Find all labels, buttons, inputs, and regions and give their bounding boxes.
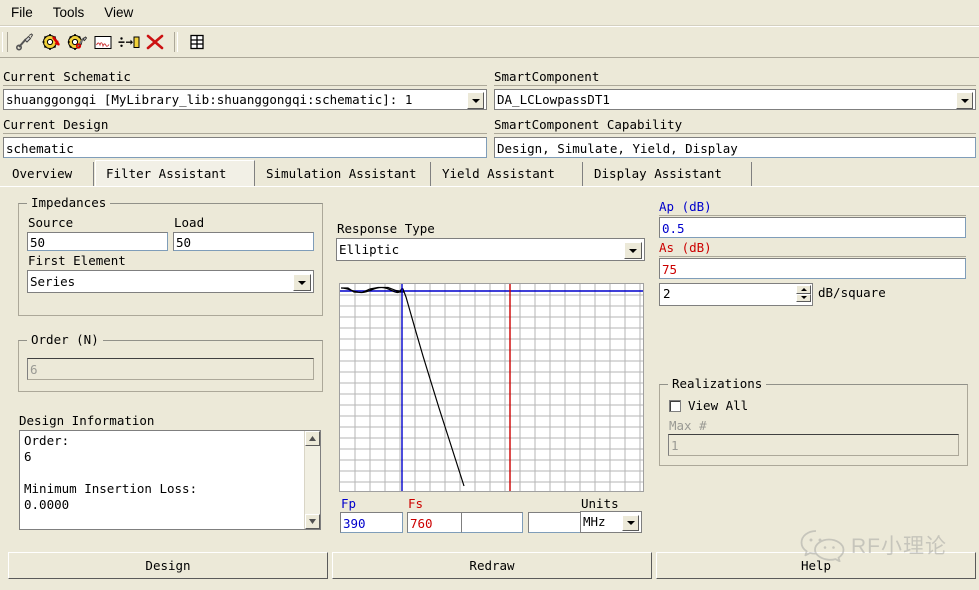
divide-icon[interactable]	[116, 30, 142, 54]
filter-assistant-window: File Tools View Current Schematic shuang…	[0, 0, 979, 590]
design-information-scrollbar[interactable]	[304, 431, 320, 529]
units-label: Units	[581, 496, 619, 511]
view-all-label: View All	[688, 398, 749, 413]
max-label: Max #	[669, 418, 707, 433]
fp-input[interactable]: 390	[340, 512, 403, 533]
tab-underline	[0, 186, 979, 187]
current-schematic-combo[interactable]: shuanggongqi [MyLibrary_lib:shuanggongqi…	[3, 89, 487, 110]
tab-display-assistant[interactable]: Display Assistant	[584, 162, 752, 186]
order-group: Order (N) 6	[18, 333, 323, 392]
response-type-value: Elliptic	[339, 242, 400, 257]
as-input[interactable]: 75	[659, 258, 966, 279]
table-icon[interactable]	[184, 30, 210, 54]
chevron-down-icon[interactable]	[622, 515, 639, 531]
realizations-group-label: Realizations	[668, 377, 767, 391]
design-information-text: Order: 6 Minimum Insertion Loss: 0.0000	[24, 433, 198, 512]
smartcomponent-capability-block: SmartComponent Capability Design, Simula…	[494, 118, 976, 158]
menu-bar: File Tools View	[0, 0, 979, 26]
freq-extra-input-1[interactable]	[461, 512, 523, 533]
tab-filter-assistant[interactable]: Filter Assistant	[95, 160, 255, 187]
toolbar-grip[interactable]	[2, 32, 8, 52]
smart-component-icon[interactable]	[12, 30, 38, 54]
filter-response-plot-svg	[340, 284, 643, 491]
current-schematic-label: Current Schematic	[3, 69, 131, 84]
scroll-down-button[interactable]	[305, 514, 320, 529]
smartcomponent-combo[interactable]: DA_LCLowpassDT1	[494, 89, 976, 110]
load-input[interactable]: 50	[173, 232, 314, 251]
smartcomponent-capability-value[interactable]: Design, Simulate, Yield, Display	[494, 137, 976, 158]
current-schematic-block: Current Schematic shuanggongqi [MyLibrar…	[3, 70, 487, 110]
chevron-down-icon[interactable]	[624, 242, 642, 259]
ap-input[interactable]: 0.5	[659, 217, 966, 238]
design-information-box[interactable]: Order: 6 Minimum Insertion Loss: 0.0000	[19, 430, 321, 530]
tab-strip: Overview Filter Assistant Simulation Ass…	[0, 160, 979, 187]
db-per-square-value: 2	[663, 286, 671, 301]
source-input[interactable]: 50	[27, 232, 168, 251]
smartcomponent-label: SmartComponent	[494, 69, 600, 84]
units-combo[interactable]: MHz	[580, 511, 642, 533]
chevron-down-icon[interactable]	[293, 274, 311, 291]
toolbar-separator	[174, 32, 178, 52]
first-element-label: First Element	[28, 253, 126, 268]
smartcomponent-value: DA_LCLowpassDT1	[497, 92, 610, 107]
menu-item-view[interactable]: View	[95, 3, 142, 22]
spin-down-button[interactable]	[796, 293, 811, 302]
delete-icon[interactable]	[142, 30, 168, 54]
db-per-square-spin-buttons[interactable]	[796, 285, 811, 302]
fs-label: Fs	[408, 496, 424, 511]
source-label: Source	[28, 215, 74, 230]
view-all-checkbox-row[interactable]: View All	[669, 399, 748, 413]
ap-label: Ap (dB)	[659, 199, 712, 214]
design-gear-icon[interactable]	[38, 30, 64, 54]
max-input: 1	[668, 434, 959, 456]
order-group-label: Order (N)	[27, 333, 103, 347]
design-button[interactable]: Design	[8, 552, 328, 579]
filter-response-plot[interactable]	[339, 283, 644, 492]
design-information-label: Design Information	[19, 413, 155, 428]
redesign-gear-icon[interactable]	[64, 30, 90, 54]
impedances-group-label: Impedances	[27, 196, 111, 210]
scroll-up-button[interactable]	[305, 431, 320, 446]
current-design-block: Current Design schematic	[3, 118, 487, 158]
menu-item-file[interactable]: File	[2, 3, 42, 22]
tab-simulation-assistant[interactable]: Simulation Assistant	[256, 162, 431, 186]
load-label: Load	[174, 215, 205, 230]
current-schematic-value: shuanggongqi [MyLibrary_lib:shuanggongqi…	[6, 92, 413, 107]
help-button[interactable]: Help	[656, 552, 976, 579]
first-element-combo[interactable]: Series	[27, 270, 314, 293]
view-all-checkbox[interactable]	[669, 400, 681, 412]
menu-item-tools[interactable]: Tools	[44, 3, 94, 22]
redraw-button[interactable]: Redraw	[332, 552, 652, 579]
first-element-value: Series	[30, 274, 76, 289]
chevron-down-icon[interactable]	[956, 92, 973, 109]
display-plot-icon[interactable]	[90, 30, 116, 54]
response-type-label: Response Type	[337, 221, 435, 236]
fp-label: Fp	[341, 496, 357, 511]
current-design-value[interactable]: schematic	[3, 137, 487, 158]
db-per-square-stepper[interactable]: 2	[659, 283, 813, 306]
db-per-square-label: dB/square	[818, 285, 886, 300]
button-bar: Design Redraw Help	[0, 548, 979, 590]
realizations-group: Realizations View All Max # 1	[659, 377, 968, 466]
as-label: As (dB)	[659, 240, 712, 255]
spin-up-button[interactable]	[796, 285, 811, 294]
tab-overview[interactable]: Overview	[2, 162, 94, 186]
tab-yield-assistant[interactable]: Yield Assistant	[432, 162, 583, 186]
order-input: 6	[27, 358, 314, 380]
impedances-group: Impedances Source 50 Load 50 First Eleme…	[18, 196, 323, 316]
chevron-down-icon[interactable]	[467, 92, 484, 109]
smartcomponent-capability-label: SmartComponent Capability	[494, 117, 683, 132]
response-type-combo[interactable]: Elliptic	[336, 238, 645, 261]
smartcomponent-block: SmartComponent DA_LCLowpassDT1	[494, 70, 976, 110]
current-design-label: Current Design	[3, 117, 109, 132]
toolbar	[0, 26, 979, 58]
